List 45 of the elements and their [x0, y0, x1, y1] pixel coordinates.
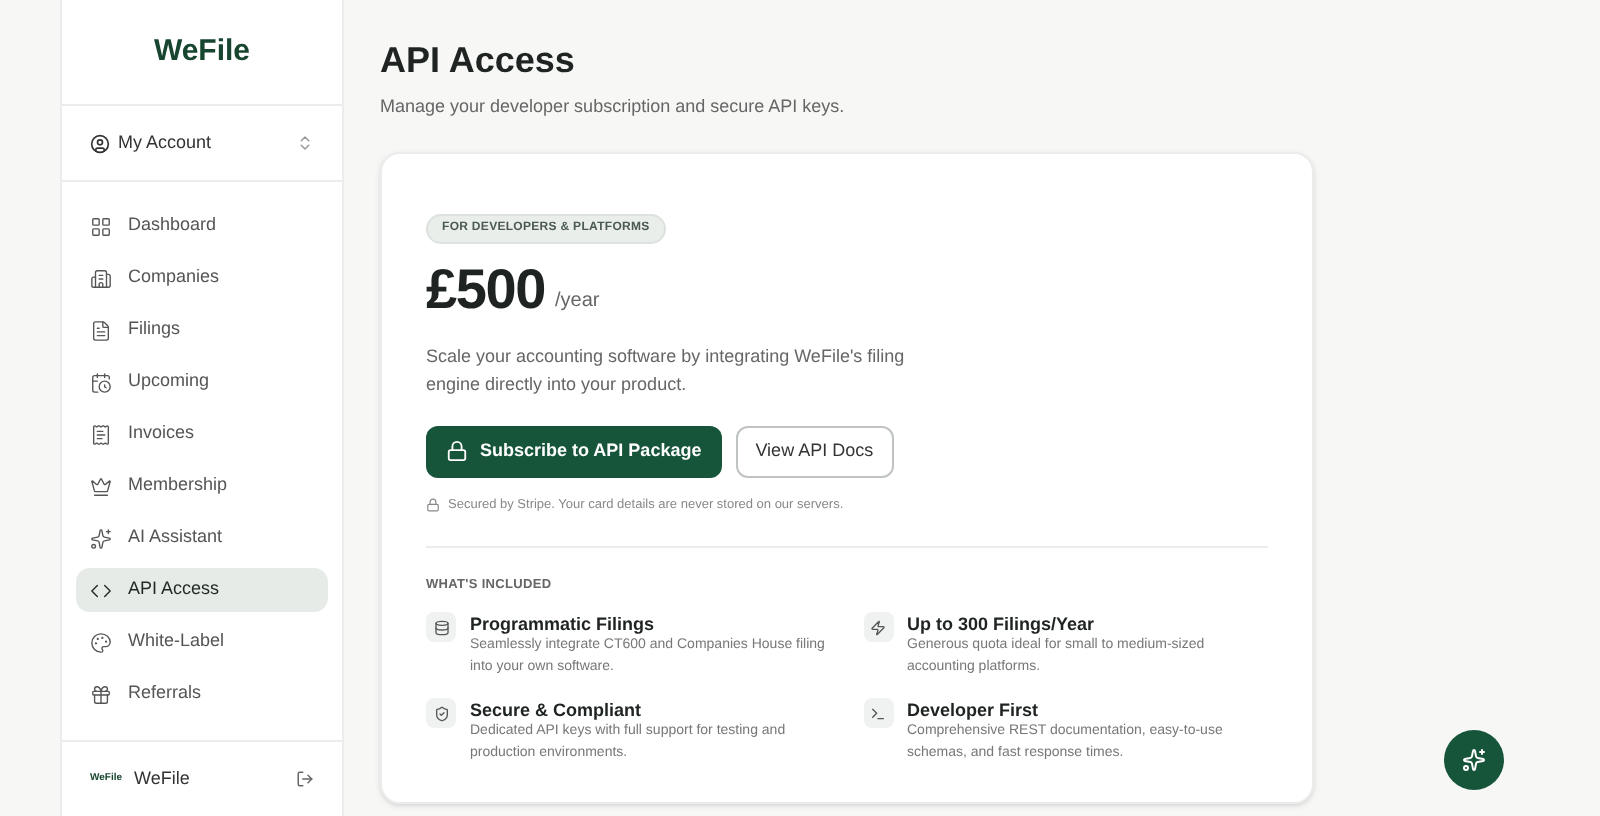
database-icon: [433, 619, 449, 635]
lock-icon: [446, 440, 468, 462]
nav-item[interactable]: Membership: [76, 464, 328, 508]
feature-title: Programmatic Filings: [470, 612, 657, 636]
lightning-icon: [870, 619, 886, 635]
nav-item[interactable]: Filings: [76, 308, 328, 352]
sparkles-icon: [90, 527, 112, 549]
chevron-icon: [296, 134, 314, 152]
nav-item[interactable]: Invoices: [76, 412, 328, 456]
nav-item[interactable]: AI Assistant: [76, 516, 328, 560]
feature-title: Secure & Compliant: [470, 698, 644, 722]
nav-item[interactable]: White-Label: [76, 620, 328, 664]
logo: WeFile: [153, 31, 251, 72]
price-period: /year: [555, 287, 600, 315]
terminal-icon: [870, 705, 886, 721]
logout-icon[interactable]: [296, 770, 314, 788]
lock-icon: [426, 497, 440, 512]
calendar-icon: [90, 371, 112, 393]
feature-title: Developer First: [907, 698, 1041, 722]
nav-item[interactable]: API Access: [76, 568, 328, 612]
plan-description: Scale your accounting software by integrating WeFile's filing engine directly into your product.: [426, 343, 907, 397]
nav-item[interactable]: Referrals: [76, 672, 328, 716]
organization-name: WeFile: [134, 765, 192, 792]
grid-icon: [90, 215, 112, 237]
building-icon: [90, 267, 112, 289]
crown-icon: [90, 475, 112, 497]
subscribe-button[interactable]: Subscribe to API Package: [426, 425, 722, 477]
gift-icon: [90, 683, 112, 705]
code-icon: [90, 579, 112, 601]
receipt-icon: [90, 423, 112, 445]
palette-icon: [90, 631, 112, 653]
page-title: API Access: [380, 38, 577, 82]
assistant-button[interactable]: [1444, 730, 1504, 790]
sparkles-icon: [1462, 748, 1486, 772]
nav-item[interactable]: Upcoming: [76, 360, 328, 404]
account-switcher[interactable]: My Account: [90, 129, 314, 157]
docs-button[interactable]: View API Docs: [735, 425, 894, 477]
page-subtitle: Manage your developer subscription and secure API keys.: [380, 94, 847, 120]
user-icon: [90, 133, 110, 153]
document-icon: [90, 319, 112, 341]
nav-item[interactable]: Companies: [76, 256, 328, 300]
price: £500: [426, 257, 545, 321]
shield-icon: [433, 705, 449, 721]
feature-title: Up to 300 Filings/Year: [907, 612, 1097, 636]
nav-item[interactable]: Dashboard: [76, 204, 328, 248]
